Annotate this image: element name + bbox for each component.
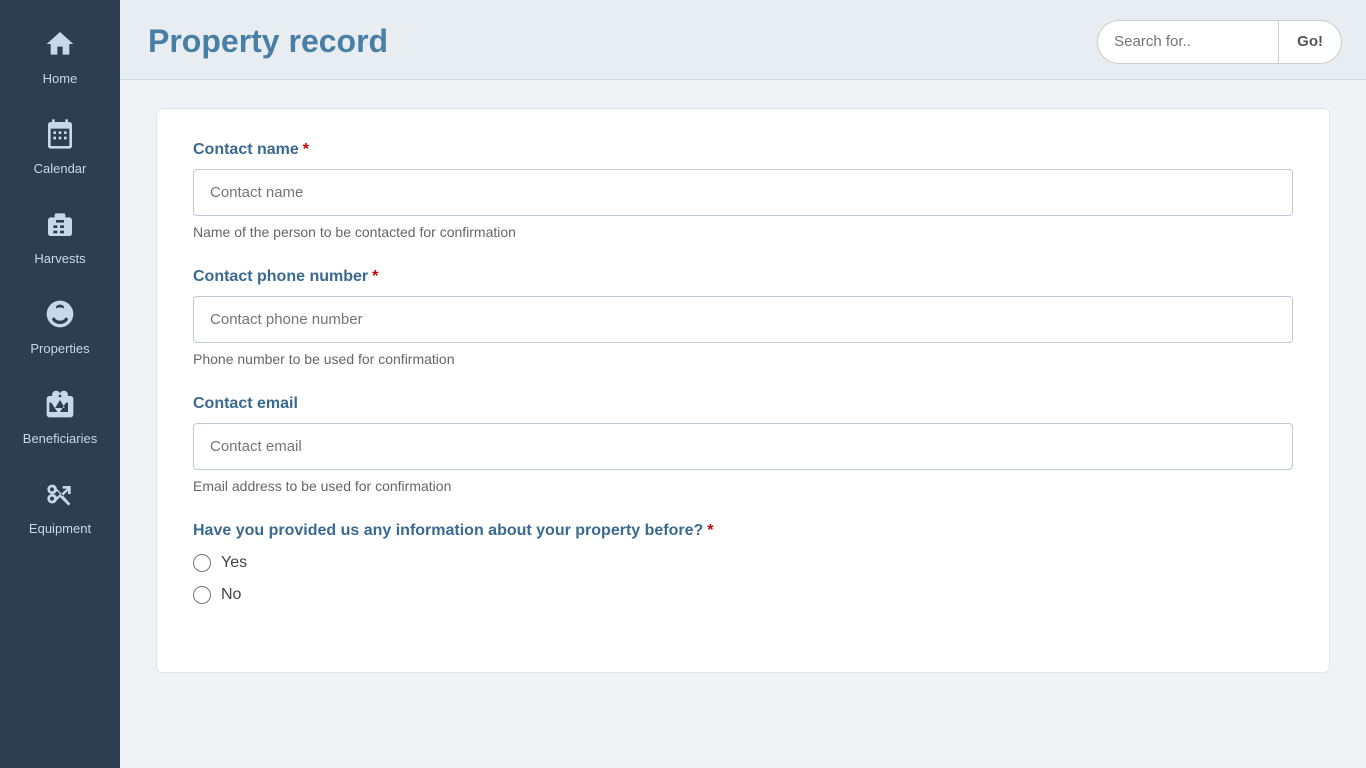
page-header: Property record Go! (120, 0, 1366, 80)
sidebar-item-equipment-label: Equipment (29, 521, 91, 536)
equipment-icon (44, 478, 76, 515)
home-icon (44, 28, 76, 65)
contact-name-label: Contact name* (193, 141, 1293, 159)
contact-phone-input[interactable] (193, 296, 1293, 343)
radio-no-label[interactable]: No (193, 586, 1293, 604)
contact-name-input[interactable] (193, 169, 1293, 216)
main-area: Property record Go! Contact name* Name o… (120, 0, 1366, 768)
sidebar-item-calendar[interactable]: Calendar (0, 100, 120, 190)
calendar-icon (44, 118, 76, 155)
sidebar-item-beneficiaries[interactable]: Beneficiaries (0, 370, 120, 460)
search-input[interactable] (1098, 33, 1278, 50)
contact-phone-hint: Phone number to be used for confirmation (193, 351, 1293, 367)
radio-yes-label[interactable]: Yes (193, 554, 1293, 572)
contact-phone-group: Contact phone number* Phone number to be… (193, 268, 1293, 367)
sidebar-item-home-label: Home (43, 71, 78, 86)
contact-phone-label: Contact phone number* (193, 268, 1293, 286)
sidebar-item-harvests[interactable]: Harvests (0, 190, 120, 280)
radio-no-input[interactable] (193, 586, 211, 604)
search-go-button[interactable]: Go! (1278, 21, 1341, 63)
page-title: Property record (148, 23, 388, 60)
harvests-icon (44, 208, 76, 245)
contact-email-hint: Email address to be used for confirmatio… (193, 478, 1293, 494)
contact-name-hint: Name of the person to be contacted for c… (193, 224, 1293, 240)
beneficiaries-icon (44, 388, 76, 425)
sidebar-item-properties[interactable]: Properties (0, 280, 120, 370)
contact-name-group: Contact name* Name of the person to be c… (193, 141, 1293, 240)
property-info-label: Have you provided us any information abo… (193, 522, 1293, 540)
radio-yes-input[interactable] (193, 554, 211, 572)
sidebar-item-harvests-label: Harvests (34, 251, 85, 266)
contact-name-required: * (303, 141, 309, 158)
radio-options-group: Yes No (193, 554, 1293, 604)
page-content: Contact name* Name of the person to be c… (120, 80, 1366, 768)
property-record-form: Contact name* Name of the person to be c… (156, 108, 1330, 673)
sidebar-item-home[interactable]: Home (0, 10, 120, 100)
sidebar: Home Calendar Harvests Properties (0, 0, 120, 768)
property-info-group: Have you provided us any information abo… (193, 522, 1293, 604)
sidebar-item-properties-label: Properties (30, 341, 89, 356)
property-info-required: * (707, 522, 713, 539)
contact-email-label: Contact email (193, 395, 1293, 413)
contact-email-group: Contact email Email address to be used f… (193, 395, 1293, 494)
search-bar: Go! (1097, 20, 1342, 64)
properties-icon (44, 298, 76, 335)
sidebar-item-equipment[interactable]: Equipment (0, 460, 120, 550)
contact-phone-required: * (372, 268, 378, 285)
contact-email-input[interactable] (193, 423, 1293, 470)
sidebar-item-beneficiaries-label: Beneficiaries (23, 431, 97, 446)
sidebar-item-calendar-label: Calendar (34, 161, 87, 176)
